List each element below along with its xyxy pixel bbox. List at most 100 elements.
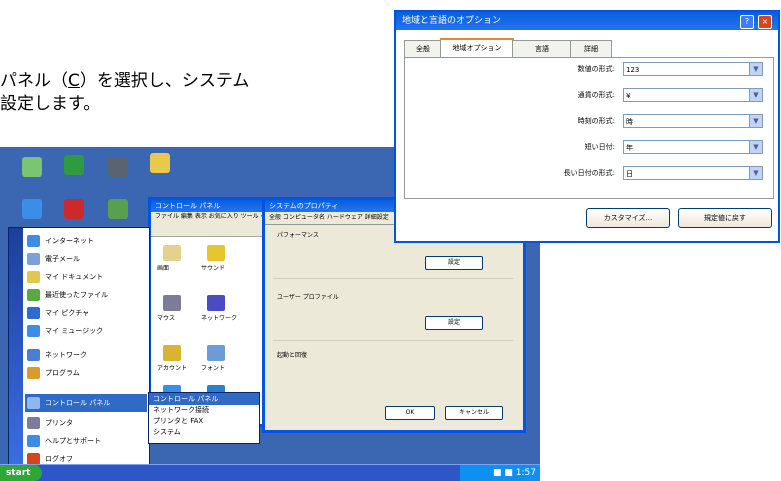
start-menu-item-control-panel[interactable]: コントロール パネル	[25, 394, 147, 412]
chevron-down-icon[interactable]: ▼	[749, 141, 762, 153]
start-menu-item[interactable]: マイ ドキュメント	[25, 268, 147, 286]
chevron-down-icon[interactable]: ▼	[749, 167, 762, 179]
help-icon[interactable]: ?	[740, 15, 754, 29]
start-menu-item[interactable]: ネットワーク	[25, 346, 147, 364]
desktop-ie-icon[interactable]	[22, 199, 42, 219]
dialog-titlebar: 地域と言語のオプション	[396, 12, 778, 30]
tab-languages[interactable]: 言語	[512, 40, 572, 57]
time-format-select[interactable]: 時 ▼	[623, 114, 763, 128]
caption-text: パネル（C）を選択し、システム 設定します。	[0, 70, 249, 116]
desktop-folder-icon[interactable]	[150, 153, 170, 173]
start-menu-item-label: マイ ピクチャ	[45, 309, 90, 317]
start-menu-item-label: 電子メール	[45, 255, 80, 263]
start-menu-item[interactable]: マイ ミュージック	[25, 322, 147, 340]
currency-format-label: 通貨の形式:	[577, 91, 615, 99]
chevron-down-icon[interactable]: ▼	[749, 89, 762, 101]
short-date-label: 短い日付:	[584, 143, 615, 151]
display-icon[interactable]	[163, 245, 181, 261]
start-menu-item-label: 最近使ったファイル	[45, 291, 108, 299]
profile-settings-button[interactable]: 設定	[425, 316, 483, 330]
tab-general[interactable]: 全般	[404, 40, 442, 57]
performance-section-label: パフォーマンス	[277, 232, 319, 239]
currency-format-value: ¥	[626, 92, 631, 100]
start-menu-item[interactable]: マイ ピクチャ	[25, 304, 147, 322]
start-menu-item-label: コントロール パネル	[45, 399, 111, 407]
account-icon[interactable]	[163, 345, 181, 361]
divider	[273, 340, 513, 341]
mail-icon	[27, 253, 40, 265]
recent-icon	[27, 289, 40, 301]
desktop-app-icon[interactable]	[108, 199, 128, 219]
long-date-label: 長い日付の形式:	[563, 169, 615, 177]
start-menu-item[interactable]: ヘルプとサポート	[25, 432, 147, 450]
start-menu-item[interactable]: 最近使ったファイル	[25, 286, 147, 304]
internet-icon	[27, 235, 40, 247]
performance-settings-button[interactable]: 設定	[425, 256, 483, 270]
system-properties-title: システムのプロパティ	[269, 202, 339, 210]
dialog-tabs: 全般 地域オプション 言語 詳細	[404, 38, 772, 59]
user-profile-section-label: ユーザー プロファイル	[277, 294, 339, 301]
divider	[273, 278, 513, 279]
sound-label: サウンド	[201, 265, 226, 272]
reset-button[interactable]: 規定値に戻す	[678, 208, 772, 228]
network-icon	[27, 349, 40, 361]
network-label: ネットワーク	[201, 315, 238, 322]
long-date-value: 日	[626, 170, 633, 178]
start-menu-item[interactable]: プログラム	[25, 364, 147, 382]
long-date-select[interactable]: 日 ▼	[623, 166, 763, 180]
start-menu-item-label: マイ ミュージック	[45, 327, 104, 335]
submenu-item[interactable]: ネットワーク接続	[149, 405, 259, 416]
account-label: アカウント	[157, 365, 188, 372]
start-button[interactable]: start	[0, 465, 42, 481]
sound-icon[interactable]	[207, 245, 225, 261]
tab-regional-options[interactable]: 地域オプション	[440, 38, 514, 59]
time-format-value: 時	[626, 118, 633, 126]
submenu-item[interactable]: システム	[149, 427, 259, 438]
number-format-label: 数値の形式:	[577, 65, 615, 73]
caption-line-1-suffix: ）を選択し、システム	[79, 71, 250, 91]
close-icon[interactable]: ×	[758, 15, 772, 29]
network-icon[interactable]	[207, 295, 225, 311]
display-label: 画面	[157, 265, 170, 272]
start-menu-item[interactable]: 電子メール	[25, 250, 147, 268]
start-menu-band	[9, 228, 23, 468]
chevron-down-icon[interactable]: ▼	[749, 63, 762, 75]
start-menu-item-label: マイ ドキュメント	[45, 273, 104, 281]
number-format-select[interactable]: 123 ▼	[623, 62, 763, 76]
regional-options-dialog: 地域と言語のオプション ? × 全般 地域オプション 言語 詳細 数値の形式: …	[394, 10, 780, 243]
ok-button[interactable]: OK	[385, 406, 435, 420]
caption-line-2: 設定します。	[0, 94, 101, 114]
start-menu-item-label: プリンタ	[45, 419, 73, 427]
mouse-icon[interactable]	[163, 295, 181, 311]
start-menu-item[interactable]: プリンタ	[25, 414, 147, 432]
printer-icon	[27, 417, 40, 429]
number-format-value: 123	[626, 66, 640, 74]
desktop-recycle-icon[interactable]	[22, 157, 42, 177]
desktop-media-icon[interactable]	[64, 199, 84, 219]
start-menu-item[interactable]: インターネット	[25, 232, 147, 250]
programs-icon	[27, 367, 40, 379]
submenu-item-control-panel[interactable]: コントロール パネル	[149, 393, 259, 405]
cancel-button[interactable]: キャンセル	[445, 406, 503, 420]
short-date-select[interactable]: 年 ▼	[623, 140, 763, 154]
control-panel-icon	[27, 397, 40, 409]
font-label: フォント	[201, 365, 226, 372]
system-tray: ■ ■ 1:57	[460, 465, 540, 481]
start-menu-item-label: ネットワーク	[45, 351, 87, 359]
help-icon	[27, 435, 40, 447]
documents-icon	[27, 271, 40, 283]
customize-button[interactable]: カスタマイズ...	[586, 208, 670, 228]
startup-section-label: 起動と回復	[277, 352, 308, 359]
music-icon	[27, 325, 40, 337]
currency-format-select[interactable]: ¥ ▼	[623, 88, 763, 102]
control-panel-submenu: コントロール パネル ネットワーク接続 プリンタと FAX システム	[148, 392, 260, 444]
control-panel-title: コントロール パネル	[155, 202, 221, 210]
font-icon[interactable]	[207, 345, 225, 361]
taskbar: start ■ ■ 1:57	[0, 464, 540, 481]
chevron-down-icon[interactable]: ▼	[749, 115, 762, 127]
submenu-item[interactable]: プリンタと FAX	[149, 416, 259, 427]
start-menu-item-label: ログオフ	[45, 455, 73, 463]
desktop-computer-icon[interactable]	[64, 155, 84, 175]
tab-advanced[interactable]: 詳細	[570, 40, 612, 57]
desktop-network-icon[interactable]	[108, 157, 128, 177]
